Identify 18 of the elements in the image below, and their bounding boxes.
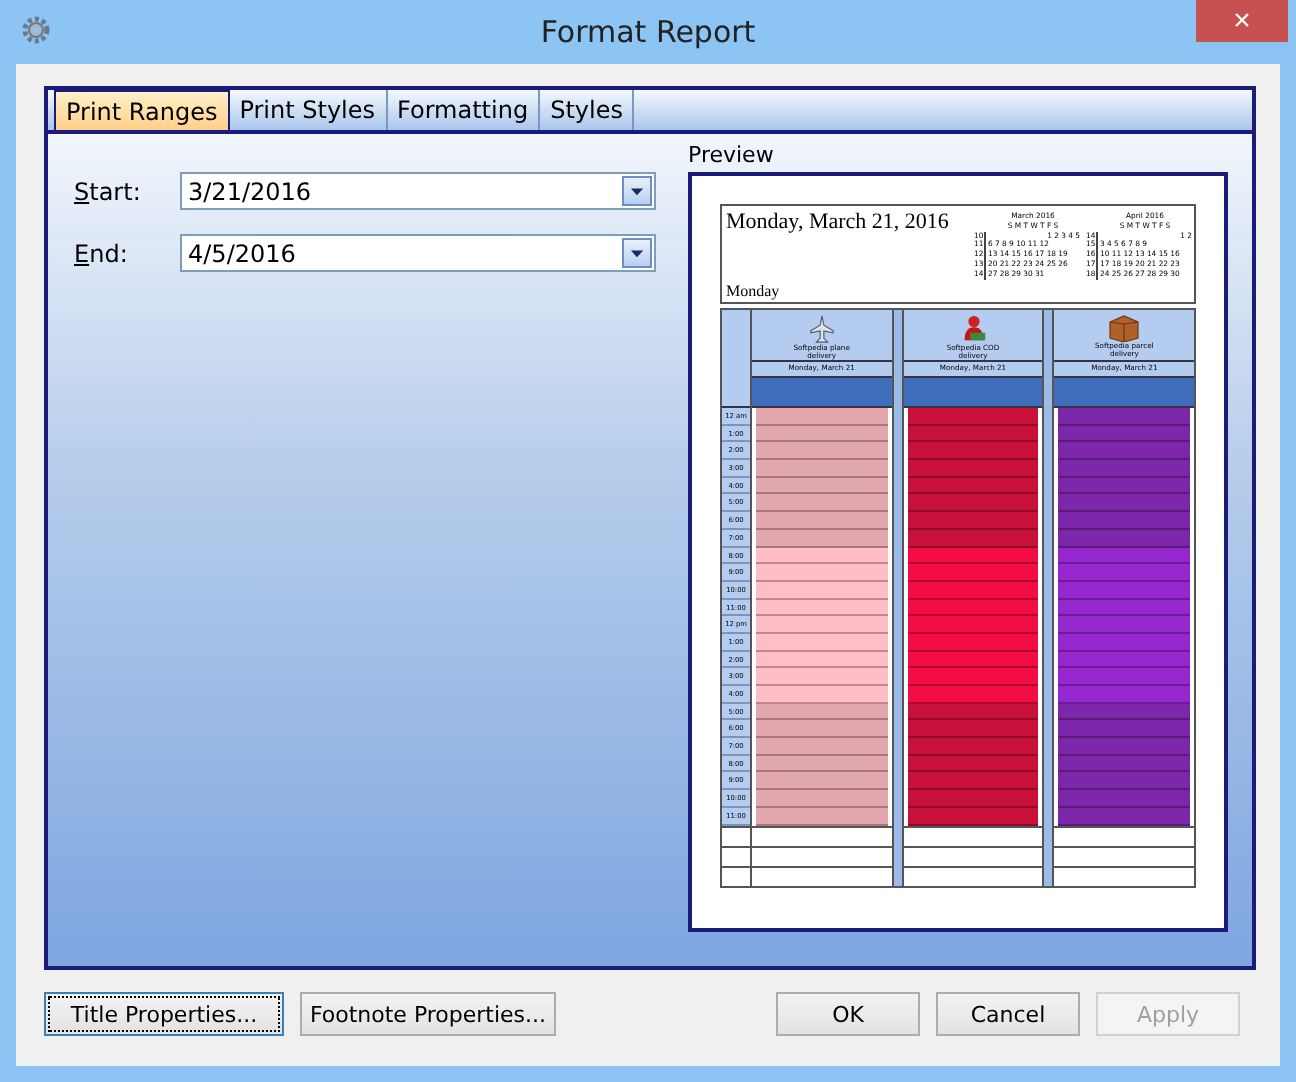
tab[interactable]: Print Ranges <box>54 90 230 130</box>
dialog-button[interactable]: OK <box>776 992 920 1036</box>
dialog-button[interactable]: Cancel <box>936 992 1080 1036</box>
report-title: Monday, March 21, 2016 <box>726 210 951 234</box>
report-subtitle: Monday <box>726 282 782 300</box>
parcel-icon <box>1108 314 1141 342</box>
date-dropdown[interactable]: 4/5/2016 <box>180 234 656 272</box>
window-title: Format Report <box>538 14 758 50</box>
dialog-button[interactable]: Title Properties... <box>44 992 284 1036</box>
date-dropdown[interactable]: 3/21/2016 <box>180 172 656 210</box>
close-button[interactable]: × <box>1196 0 1288 42</box>
all-day-band <box>1054 378 1195 408</box>
plane-icon <box>807 314 836 344</box>
dialog-button[interactable]: Footnote Properties... <box>300 992 556 1036</box>
all-day-band <box>903 378 1043 408</box>
field-label: Start: <box>72 177 143 205</box>
preview-label: Preview <box>688 142 776 166</box>
field-label: End: <box>72 239 130 267</box>
